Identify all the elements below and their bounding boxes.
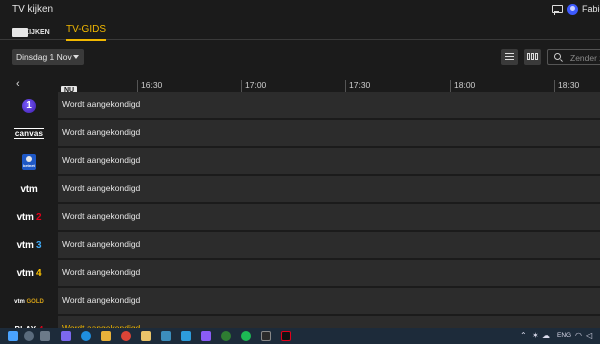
search-placeholder: Zender z [570, 53, 600, 63]
filter-icon-line [505, 56, 514, 57]
channel-logo[interactable]: vtm 3 [0, 232, 58, 259]
guide-grid: 1 Wordt aangekondigd canvas Wordt aangek… [0, 92, 600, 328]
channel-logo[interactable]: vtm [0, 176, 58, 203]
program-cell[interactable]: Wordt aangekondigd [58, 260, 600, 287]
language-indicator[interactable]: ENG [557, 332, 571, 339]
program-cell[interactable]: Wordt aangekondigd [58, 92, 600, 119]
vtm2-logo-icon: vtm 2 [16, 212, 42, 223]
vtm4-logo-icon: vtm 4 [16, 268, 42, 279]
vtm-logo-icon: vtm [20, 184, 38, 195]
een-logo-icon: 1 [22, 98, 36, 113]
channel-row: vtm Wordt aangekondigd [0, 176, 600, 204]
channel-row: canvas Wordt aangekondigd [0, 120, 600, 148]
photos-icon[interactable] [201, 331, 211, 341]
window-title: TV kijken [12, 4, 54, 15]
windows-taskbar: ⌃ ✶ ☁ ENG ◠ ◁ [0, 328, 600, 344]
media-app-icon[interactable] [281, 331, 291, 341]
channel-logo[interactable]: PLAY 4 [0, 316, 58, 328]
chat-icon[interactable] [61, 331, 71, 341]
program-cell[interactable]: Wordt aangekondigd [58, 120, 600, 147]
program-cell[interactable]: Wordt aangekondigd [58, 148, 600, 175]
search-icon[interactable] [24, 331, 34, 341]
chevron-left-icon[interactable]: ‹ [16, 78, 20, 90]
vtm3-logo-icon: vtm 3 [16, 240, 42, 251]
chevron-down-icon [73, 55, 79, 59]
date-select[interactable]: Dinsdag 1 Nov [12, 49, 84, 65]
filter-icon-line [505, 59, 514, 60]
app-window: TV kijken Fabie NU KIJKEN TV-GIDS Dinsda… [0, 0, 600, 344]
main-tabs: NU KIJKEN TV-GIDS [0, 20, 600, 41]
xbox-icon[interactable] [221, 331, 231, 341]
channel-logo[interactable]: vtm GOLD [0, 288, 58, 315]
files-icon[interactable] [141, 331, 151, 341]
channel-logo[interactable]: 1 [0, 92, 58, 119]
cloud-icon[interactable]: ☁ [542, 331, 550, 340]
channel-search[interactable]: Zender z [547, 49, 600, 65]
program-cell[interactable]: Wordt aangekondigd [58, 176, 600, 203]
terminal-icon[interactable] [261, 331, 271, 341]
program-cell[interactable]: Wordt aangekondigd [58, 288, 600, 315]
wifi-icon[interactable]: ◠ [575, 331, 582, 340]
channel-logo[interactable]: canvas [0, 120, 58, 147]
channel-row: vtm GOLD Wordt aangekondigd [0, 288, 600, 316]
channel-logo[interactable]: ketnet [0, 148, 58, 175]
timeline-header: ‹ 16:30 17:00 17:30 18:00 18:30 NU [0, 78, 600, 95]
columns-icon-part [535, 53, 538, 60]
app-icon[interactable] [161, 331, 171, 341]
tab-tv-gids[interactable]: TV-GIDS [66, 24, 107, 41]
chevron-up-icon[interactable]: ⌃ [520, 331, 527, 340]
guide-toolbar: Dinsdag 1 Nov Zender z [0, 46, 600, 68]
channel-row: vtm 3 Wordt aangekondigd [0, 232, 600, 260]
channel-row: vtm 2 Wordt aangekondigd [0, 204, 600, 232]
columns-icon [527, 53, 530, 60]
time-slot: 18:30 [554, 80, 579, 92]
columns-icon-part [531, 53, 534, 60]
vtm-gold-logo-icon: vtm GOLD [14, 298, 44, 305]
date-select-value: Dinsdag 1 Nov [16, 52, 72, 62]
cast-icon[interactable] [552, 5, 563, 15]
edge-icon[interactable] [81, 331, 91, 341]
program-cell[interactable]: Wordt aangekondigd [58, 204, 600, 231]
channel-logo[interactable]: vtm 2 [0, 204, 58, 231]
start-icon[interactable] [8, 331, 18, 341]
chrome-icon[interactable] [121, 331, 131, 341]
search-icon [554, 53, 561, 60]
channel-row: 1 Wordt aangekondigd [0, 92, 600, 120]
title-bar: TV kijken Fabie [0, 0, 600, 20]
program-cell[interactable]: Wordt aangekondigd [58, 232, 600, 259]
volume-icon[interactable]: ◁ [586, 331, 592, 340]
ketnet-logo-icon: ketnet [22, 153, 36, 170]
channel-row: PLAY 4 Wordt aangekondigd [0, 316, 600, 328]
time-slot: 17:00 [241, 80, 266, 92]
time-slot: 17:30 [345, 80, 370, 92]
user-name[interactable]: Fabie [582, 4, 600, 14]
program-cell[interactable]: Wordt aangekondigd [58, 316, 600, 328]
layout-button[interactable] [524, 49, 541, 65]
time-slot: 16:30 [137, 80, 162, 92]
user-avatar-icon[interactable] [567, 4, 578, 15]
channel-row: vtm 4 Wordt aangekondigd [0, 260, 600, 288]
explorer-icon[interactable] [101, 331, 111, 341]
time-slot: 18:00 [450, 80, 475, 92]
task-view-icon[interactable] [40, 331, 50, 341]
channel-row: ketnet Wordt aangekondigd [0, 148, 600, 176]
channel-logo[interactable]: vtm 4 [0, 260, 58, 287]
canvas-logo-icon: canvas [13, 128, 45, 139]
tab-nu-kijken[interactable]: NU KIJKEN [12, 28, 50, 37]
filter-icon [505, 53, 514, 54]
bluetooth-icon[interactable]: ✶ [532, 331, 539, 340]
spotify-icon[interactable] [241, 331, 251, 341]
filter-button[interactable] [501, 49, 518, 65]
l-app-icon[interactable] [181, 331, 191, 341]
